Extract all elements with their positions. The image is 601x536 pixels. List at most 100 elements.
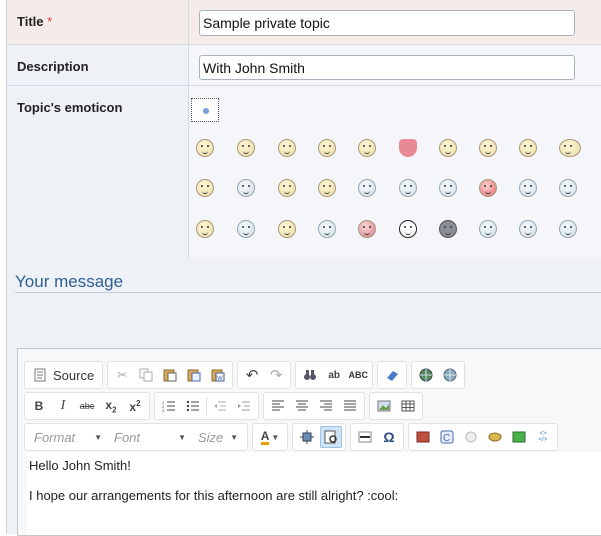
- indent-icon: [238, 401, 250, 411]
- cool-emoticon-icon[interactable]: [439, 139, 457, 157]
- sad-emoticon-icon[interactable]: [519, 139, 537, 157]
- align-group: [263, 392, 365, 420]
- align-left-button[interactable]: [267, 395, 289, 417]
- devil-emoticon-icon[interactable]: [479, 179, 497, 197]
- paste-text-button[interactable]: [183, 364, 205, 386]
- cut-button[interactable]: ✂: [111, 364, 133, 386]
- italic-button[interactable]: I: [52, 395, 74, 417]
- link-group: [411, 361, 466, 389]
- dizzy-emoticon-icon[interactable]: [559, 220, 577, 238]
- size-dropdown[interactable]: Size ▼: [192, 426, 244, 448]
- title-input[interactable]: [199, 10, 575, 36]
- color-group: A ▼: [252, 423, 288, 451]
- subscript-button[interactable]: x2: [100, 395, 122, 417]
- remove-format-button[interactable]: [381, 364, 403, 386]
- outdent-button[interactable]: [209, 395, 231, 417]
- link-button[interactable]: [415, 364, 437, 386]
- cowboy-emoticon-icon[interactable]: [519, 220, 537, 238]
- redo-button[interactable]: ↷: [265, 364, 287, 386]
- format-dropdown[interactable]: Format ▼: [28, 426, 108, 448]
- mad-emoticon-icon[interactable]: [519, 179, 537, 197]
- glasses-emoticon-icon[interactable]: [358, 139, 376, 157]
- balloons-emoticon-icon[interactable]: [358, 220, 376, 238]
- unlink-button[interactable]: [439, 364, 461, 386]
- hands-emoticon-icon[interactable]: [399, 179, 417, 197]
- laugh-emoticon-icon[interactable]: [479, 139, 497, 157]
- bold-button[interactable]: B: [28, 395, 50, 417]
- format-placeholder: Format: [34, 429, 76, 445]
- align-right-button[interactable]: [315, 395, 337, 417]
- surprised-emoticon-icon[interactable]: [439, 179, 457, 197]
- angry-emoticon-icon[interactable]: [318, 179, 336, 197]
- description-input[interactable]: [199, 55, 575, 80]
- toolbar-row-3: Format ▼ Font ▼ Size ▼ A ▼ Ω C <> </>: [24, 423, 558, 451]
- font-dropdown[interactable]: Font ▼: [108, 426, 192, 448]
- king-emoticon-icon[interactable]: [318, 220, 336, 238]
- smiley-button[interactable]: [460, 426, 482, 448]
- tag-icon: [488, 432, 502, 442]
- syntax-button[interactable]: <> </>: [532, 426, 554, 448]
- unsure-emoticon-icon[interactable]: [237, 220, 255, 238]
- horizontal-rule-icon: [358, 431, 372, 443]
- source-button[interactable]: Source: [28, 364, 99, 386]
- blank-emoticon-icon[interactable]: [237, 179, 255, 197]
- strike-button[interactable]: abc: [76, 395, 98, 417]
- maximize-button[interactable]: [296, 426, 318, 448]
- heart-emoticon-icon[interactable]: [399, 139, 417, 157]
- editor-content[interactable]: Hello John Smith! I hope our arrangement…: [27, 452, 601, 535]
- indent-button[interactable]: [233, 395, 255, 417]
- scissors-icon: ✂: [117, 368, 128, 382]
- worried-emoticon-icon[interactable]: [278, 220, 296, 238]
- spellcheck-button[interactable]: ABC: [347, 364, 369, 386]
- text-color-button[interactable]: A ▼: [256, 426, 284, 448]
- justify-button[interactable]: [339, 395, 361, 417]
- tag-button[interactable]: [484, 426, 506, 448]
- frown-emoticon-icon[interactable]: [559, 179, 577, 197]
- size-placeholder: Size: [198, 429, 224, 445]
- chevron-down-icon: ▼: [178, 432, 186, 442]
- spoiler-button[interactable]: [412, 426, 434, 448]
- svg-text:W: W: [217, 376, 223, 382]
- message-section-title: Your message: [15, 272, 124, 291]
- show-blocks-button[interactable]: [320, 426, 342, 448]
- show-blocks-icon: [324, 430, 337, 444]
- happy-emoticon-icon[interactable]: [318, 139, 336, 157]
- nerd-emoticon-icon[interactable]: [237, 139, 255, 157]
- confused-emoticon-icon[interactable]: [358, 179, 376, 197]
- align-right-icon: [320, 400, 332, 411]
- binoculars-icon: [304, 370, 317, 380]
- paste-word-button[interactable]: W: [207, 364, 229, 386]
- paste-button[interactable]: [159, 364, 181, 386]
- paste-word-icon: W: [211, 369, 225, 382]
- tongue-emoticon-icon[interactable]: [196, 179, 214, 197]
- image-button[interactable]: [373, 395, 395, 417]
- paste-icon: [163, 369, 177, 382]
- smile-emoticon-icon[interactable]: [196, 139, 214, 157]
- emoticon-none-option[interactable]: [191, 98, 219, 122]
- code-button[interactable]: [508, 426, 530, 448]
- numbered-list-button[interactable]: 123: [158, 395, 180, 417]
- girl-emoticon-icon[interactable]: [399, 220, 417, 238]
- table-button[interactable]: [397, 395, 419, 417]
- replace-button[interactable]: ab: [323, 364, 345, 386]
- copy-icon: [139, 368, 153, 382]
- horizontal-rule-button[interactable]: [354, 426, 376, 448]
- group-emoticon-icon[interactable]: [559, 139, 581, 157]
- align-center-button[interactable]: [291, 395, 313, 417]
- superscript-button[interactable]: x2: [124, 395, 146, 417]
- undo-button[interactable]: ↶: [241, 364, 263, 386]
- message-line: Hello John Smith!: [29, 458, 131, 473]
- ninja-emoticon-icon[interactable]: [439, 220, 457, 238]
- italic-icon: I: [60, 398, 66, 413]
- syntax-icon: <> </>: [538, 431, 548, 443]
- align-left-icon: [272, 400, 284, 411]
- wink-emoticon-icon[interactable]: [196, 220, 214, 238]
- special-char-button[interactable]: Ω: [378, 426, 400, 448]
- find-button[interactable]: [299, 364, 321, 386]
- shocked-emoticon-icon[interactable]: [278, 179, 296, 197]
- smirk-emoticon-icon[interactable]: [479, 220, 497, 238]
- copy-button[interactable]: [135, 364, 157, 386]
- bulleted-list-button[interactable]: [182, 395, 204, 417]
- quote-button[interactable]: C: [436, 426, 458, 448]
- grin-emoticon-icon[interactable]: [278, 139, 296, 157]
